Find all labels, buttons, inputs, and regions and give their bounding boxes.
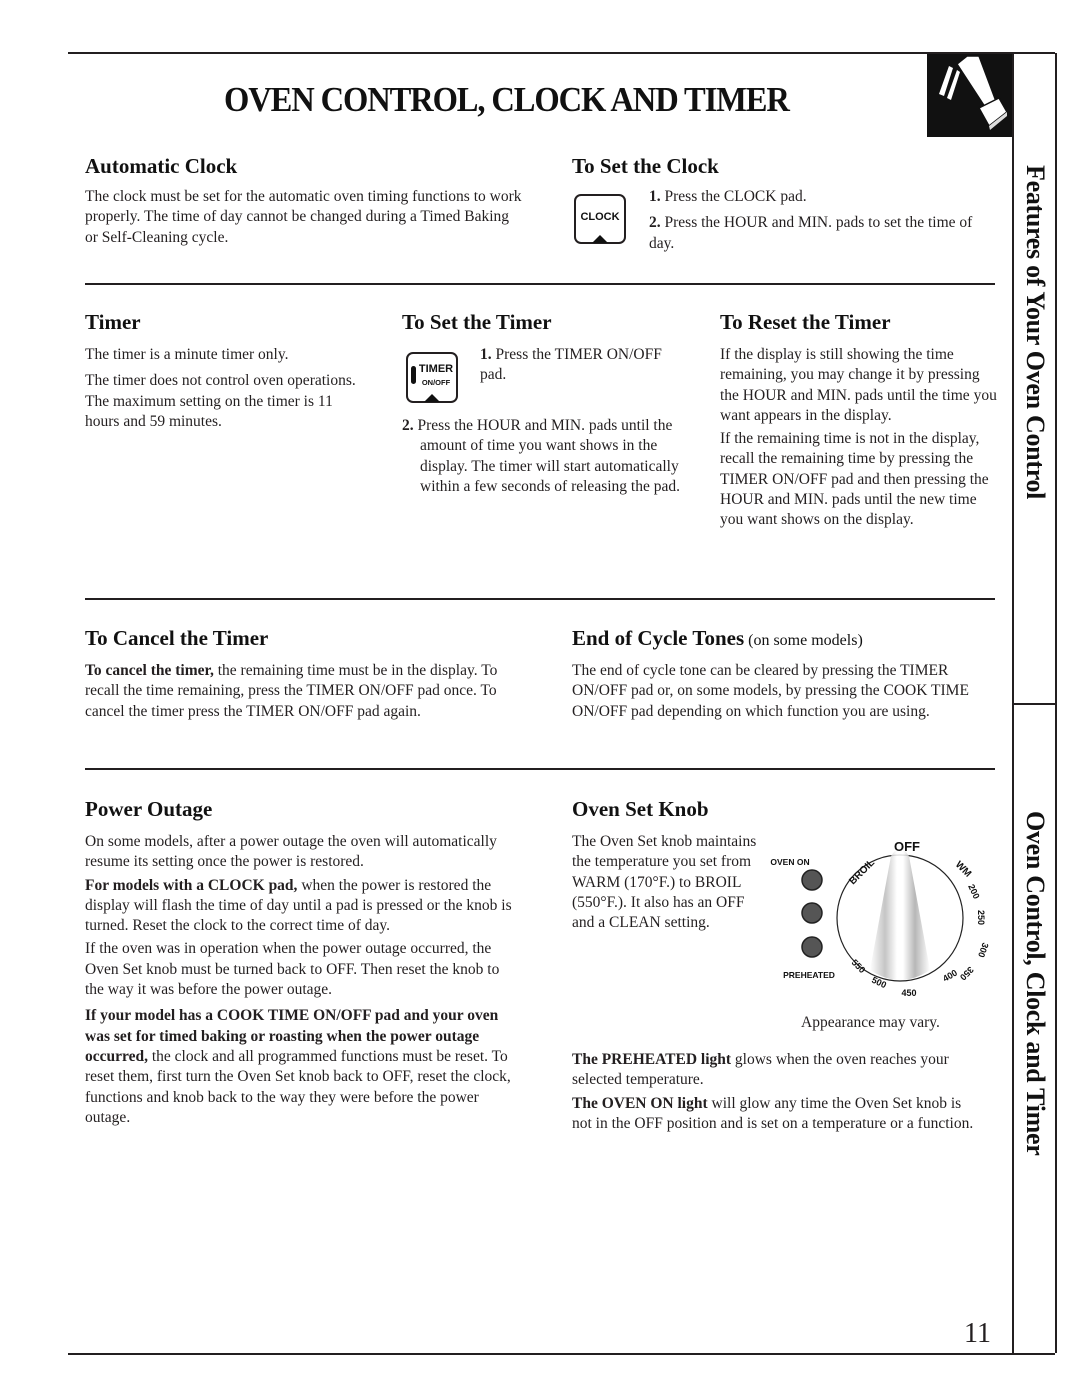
oven-on-light-note: The OVEN ON light will glow any time the…	[572, 1094, 974, 1132]
section-divider	[85, 768, 995, 770]
power-outage-paragraph-3: If the oven was in operation when the po…	[85, 940, 500, 999]
preheated-light-note: The PREHEATED light glows when the oven …	[572, 1051, 949, 1089]
side-tab-features-label: Features of Your Oven Control	[1021, 165, 1050, 500]
oven-on-light	[801, 869, 823, 891]
cancel-timer-heading: To Cancel the Timer	[85, 626, 269, 650]
timer-paragraph-1: The timer is a minute timer only.	[85, 346, 289, 363]
cancel-timer-body: To cancel the timer, the remaining time …	[85, 662, 498, 720]
set-timer-heading: To Set the Timer	[402, 310, 552, 334]
pad-indicator-triangle	[424, 394, 440, 402]
dial-label-350: 350	[958, 965, 976, 983]
set-clock-step-2: 2. Press the HOUR and MIN. pads to set t…	[649, 214, 973, 252]
automatic-clock-body: The clock must be set for the automatic …	[85, 188, 522, 246]
clean-light	[801, 902, 823, 924]
section-divider	[85, 283, 995, 285]
reset-timer-heading: To Reset the Timer	[720, 310, 891, 334]
end-of-cycle-body: The end of cycle tone can be cleared by …	[572, 662, 969, 720]
set-timer-step-1: 1. Press the TIMER ON/OFF pad.	[480, 346, 662, 384]
side-tab-oven-control: Oven Control, Clock and Timer	[1012, 705, 1057, 1353]
dial-label-450: 450	[901, 988, 916, 998]
oven-set-knob-body: The Oven Set knob maintains the temperat…	[572, 833, 757, 932]
dial-label-400: 400	[941, 968, 959, 984]
timer-pad-icon: TIMER ON/OFF	[406, 352, 458, 403]
page-title: OVEN CONTROL, CLOCK AND TIMER	[224, 80, 790, 119]
hand-pressing-pad-icon	[927, 54, 1012, 137]
power-outage-heading: Power Outage	[85, 797, 213, 821]
dial-label-300: 300	[976, 941, 991, 959]
power-outage-paragraph-1: On some models, after a power outage the…	[85, 833, 497, 871]
oven-on-light-label: OVEN ON	[770, 857, 809, 867]
oven-set-knob-illustration: OVEN ON PREHEATED CLEAN OFF BROIL WM 200…	[765, 830, 995, 1005]
side-tab-features: Features of Your Oven Control	[1012, 53, 1057, 705]
reset-timer-paragraph-1: If the display is still showing the time…	[720, 346, 997, 424]
timer-pad-label-bottom: ON/OFF	[421, 378, 451, 387]
dial-label-200: 200	[966, 883, 981, 901]
dial-label-off: OFF	[894, 839, 920, 854]
set-clock-step-1: 1. Press the CLOCK pad.	[649, 188, 807, 205]
preheated-light	[801, 936, 823, 958]
end-of-cycle-heading: End of Cycle Tones (on some models)	[572, 626, 863, 650]
bottom-rule	[68, 1353, 1055, 1355]
top-rule	[68, 52, 1055, 54]
timer-heading: Timer	[85, 310, 141, 334]
set-timer-step-2: 2. Press the HOUR and MIN. pads until th…	[402, 417, 680, 495]
section-divider	[85, 598, 995, 600]
page-number: 11	[964, 1318, 991, 1349]
automatic-clock-heading: Automatic Clock	[85, 154, 238, 178]
side-tab-oven-control-label: Oven Control, Clock and Timer	[1021, 811, 1050, 1156]
dial-label-250: 250	[976, 910, 986, 925]
power-outage-paragraph-4: If your model has a COOK TIME ON/OFF pad…	[85, 1007, 511, 1126]
reset-timer-paragraph-2: If the remaining time is not in the disp…	[720, 430, 989, 529]
set-clock-heading: To Set the Clock	[572, 154, 719, 178]
clock-pad-icon: CLOCK	[574, 194, 626, 244]
power-outage-paragraph-2: For models with a CLOCK pad, when the po…	[85, 876, 512, 935]
dial-label-warm: WM	[953, 859, 973, 879]
pad-indicator-triangle	[592, 235, 608, 243]
oven-set-knob-heading: Oven Set Knob	[572, 797, 709, 821]
timer-paragraph-2: The timer does not control oven operatio…	[85, 372, 356, 430]
preheated-light-label: PREHEATED	[783, 970, 835, 980]
clock-pad-label: CLOCK	[580, 211, 620, 223]
timer-pad-label-top: TIMER	[418, 363, 454, 375]
knob-caption: Appearance may vary.	[801, 1014, 940, 1031]
